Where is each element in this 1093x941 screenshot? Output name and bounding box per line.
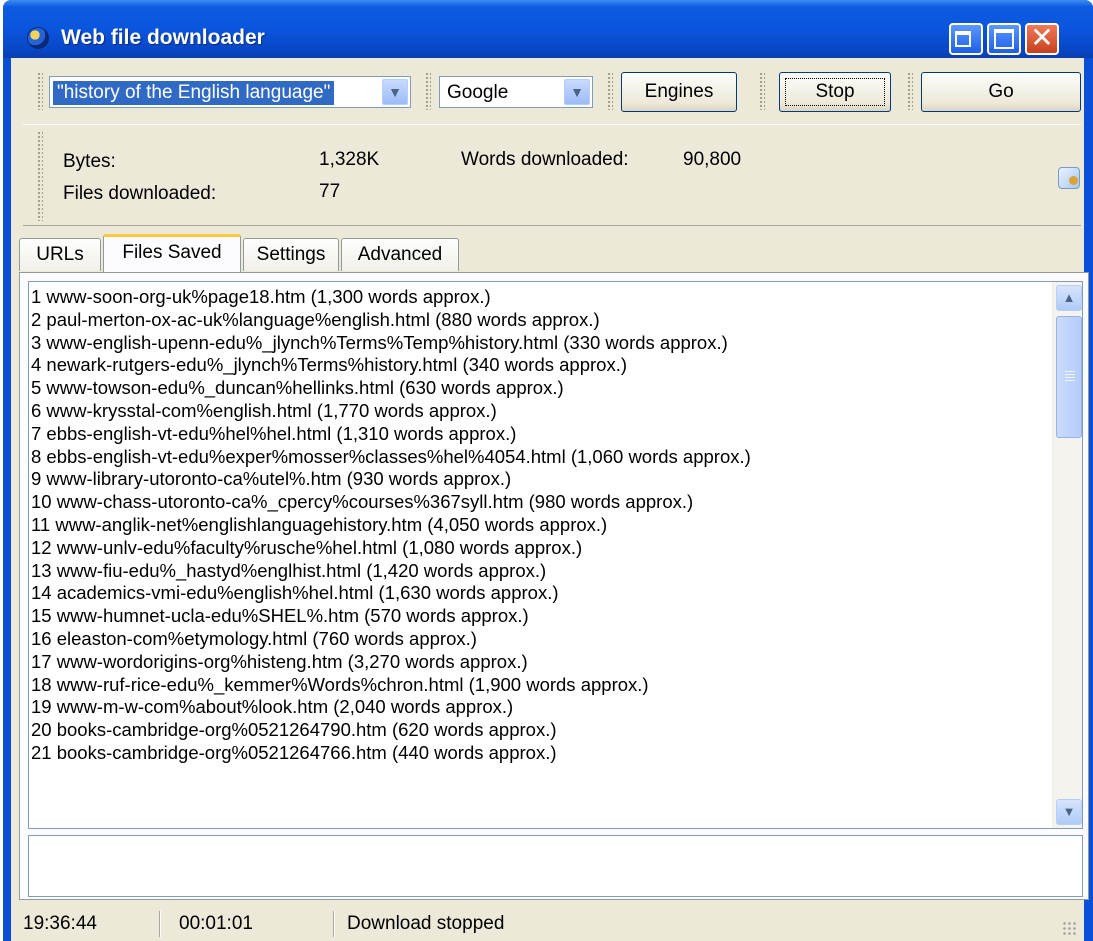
vertical-scrollbar[interactable]: ▲ ▼ bbox=[1052, 282, 1082, 828]
search-page-icon[interactable] bbox=[1058, 167, 1080, 189]
log-textbox[interactable] bbox=[28, 835, 1083, 897]
list-content: 1 www-soon-org-uk%page18.htm (1,300 word… bbox=[31, 286, 1051, 765]
scroll-up-icon[interactable]: ▲ bbox=[1056, 285, 1082, 311]
title-bar[interactable]: Web file downloader ✕ bbox=[3, 0, 1093, 58]
words-downloaded-value: 90,800 bbox=[683, 149, 742, 170]
search-query-combo[interactable]: "history of the English language" ▼ bbox=[49, 76, 411, 108]
list-item[interactable]: 16 eleaston-com%etymology.html (760 word… bbox=[31, 628, 1051, 651]
dropdown-arrow-icon[interactable]: ▼ bbox=[564, 79, 590, 105]
words-downloaded-label: Words downloaded: bbox=[461, 149, 629, 170]
status-divider bbox=[333, 911, 335, 937]
close-button[interactable]: ✕ bbox=[1025, 22, 1059, 55]
files-saved-list[interactable]: 1 www-soon-org-uk%page18.htm (1,300 word… bbox=[28, 281, 1083, 829]
list-item[interactable]: 21 books-cambridge-org%0521264766.htm (4… bbox=[31, 742, 1051, 765]
list-item[interactable]: 3 www-english-upenn-edu%_jlynch%Terms%Te… bbox=[31, 332, 1051, 355]
list-item[interactable]: 1 www-soon-org-uk%page18.htm (1,300 word… bbox=[31, 286, 1051, 309]
stats-grip[interactable] bbox=[37, 131, 43, 221]
list-item[interactable]: 11 www-anglik-net%englishlanguagehistory… bbox=[31, 514, 1051, 537]
go-button[interactable]: Go bbox=[921, 72, 1081, 112]
toolbar-grip[interactable] bbox=[37, 72, 43, 110]
toolbar-grip[interactable] bbox=[425, 72, 431, 110]
toolbar-grip[interactable] bbox=[759, 72, 765, 110]
files-downloaded-value: 77 bbox=[319, 181, 341, 202]
list-item[interactable]: 9 www-library-utoronto-ca%utel%.htm (930… bbox=[31, 468, 1051, 491]
toolbar: "history of the English language" ▼ Goog… bbox=[11, 58, 1084, 124]
dropdown-arrow-icon[interactable]: ▼ bbox=[382, 79, 408, 105]
list-item[interactable]: 7 ebbs-english-vt-edu%hel%hel.html (1,31… bbox=[31, 423, 1051, 446]
stats-panel: Bytes: 1,328K Words downloaded: 90,800 F… bbox=[23, 124, 1081, 226]
toolbar-grip[interactable] bbox=[907, 72, 913, 110]
list-item[interactable]: 13 www-fiu-edu%_hastyd%englhist.html (1,… bbox=[31, 560, 1051, 583]
status-time: 19:36:44 bbox=[23, 913, 97, 934]
list-item[interactable]: 18 www-ruf-rice-edu%_kemmer%Words%chron.… bbox=[31, 674, 1051, 697]
minimize-icon bbox=[955, 31, 971, 47]
scrollbar-thumb[interactable] bbox=[1056, 316, 1082, 438]
tab-advanced[interactable]: Advanced bbox=[341, 238, 459, 271]
list-item[interactable]: 2 paul-merton-ox-ac-uk%language%english.… bbox=[31, 309, 1051, 332]
app-globe-icon[interactable] bbox=[27, 27, 49, 49]
list-item[interactable]: 6 www-krysstal-com%english.html (1,770 w… bbox=[31, 400, 1051, 423]
files-saved-panel: 1 www-soon-org-uk%page18.htm (1,300 word… bbox=[19, 272, 1089, 900]
list-item[interactable]: 19 www-m-w-com%about%look.htm (2,040 wor… bbox=[31, 696, 1051, 719]
minimize-button[interactable] bbox=[949, 23, 983, 55]
files-downloaded-label: Files downloaded: bbox=[63, 183, 217, 204]
list-item[interactable]: 14 academics-vmi-edu%english%hel.html (1… bbox=[31, 582, 1051, 605]
stop-button-label: Stop bbox=[815, 81, 855, 102]
list-item[interactable]: 5 www-towson-edu%_duncan%hellinks.html (… bbox=[31, 377, 1051, 400]
scroll-down-icon[interactable]: ▼ bbox=[1056, 799, 1082, 825]
search-query-value[interactable]: "history of the English language" bbox=[53, 81, 335, 105]
list-item[interactable]: 12 www-unlv-edu%faculty%rusche%hel.html … bbox=[31, 537, 1051, 560]
toolbar-grip[interactable] bbox=[607, 72, 613, 110]
status-elapsed: 00:01:01 bbox=[179, 913, 253, 934]
search-engine-combo[interactable]: Google ▼ bbox=[439, 76, 593, 108]
client-area: "history of the English language" ▼ Goog… bbox=[11, 58, 1089, 941]
window-title: Web file downloader bbox=[61, 26, 265, 49]
close-icon: ✕ bbox=[1030, 22, 1054, 53]
status-bar: 19:36:44 00:01:01 Download stopped bbox=[11, 903, 1084, 941]
engines-button[interactable]: Engines bbox=[621, 72, 737, 112]
list-item[interactable]: 4 newark-rutgers-edu%_jlynch%Terms%histo… bbox=[31, 354, 1051, 377]
resize-grip-icon[interactable] bbox=[1062, 921, 1078, 937]
status-message: Download stopped bbox=[347, 913, 505, 934]
status-divider bbox=[159, 911, 161, 937]
stop-button[interactable]: Stop bbox=[779, 72, 891, 112]
tab-urls[interactable]: URLs bbox=[19, 238, 101, 271]
tab-settings[interactable]: Settings bbox=[243, 238, 339, 271]
maximize-icon bbox=[994, 29, 1014, 49]
bytes-label: Bytes: bbox=[63, 151, 116, 172]
list-item[interactable]: 20 books-cambridge-org%0521264790.htm (6… bbox=[31, 719, 1051, 742]
app-window: Web file downloader ✕ "history of the En… bbox=[3, 0, 1093, 941]
list-item[interactable]: 15 www-humnet-ucla-edu%SHEL%.htm (570 wo… bbox=[31, 605, 1051, 628]
maximize-button[interactable] bbox=[987, 23, 1021, 55]
list-item[interactable]: 10 www-chass-utoronto-ca%_cpercy%courses… bbox=[31, 491, 1051, 514]
tab-files-saved[interactable]: Files Saved bbox=[103, 234, 241, 272]
bytes-value: 1,328K bbox=[319, 149, 380, 170]
search-engine-value[interactable]: Google bbox=[443, 81, 512, 105]
list-item[interactable]: 8 ebbs-english-vt-edu%exper%mosser%class… bbox=[31, 446, 1051, 469]
thumb-grip bbox=[1065, 371, 1075, 381]
list-item[interactable]: 17 www-wordorigins-org%histeng.htm (3,27… bbox=[31, 651, 1051, 674]
